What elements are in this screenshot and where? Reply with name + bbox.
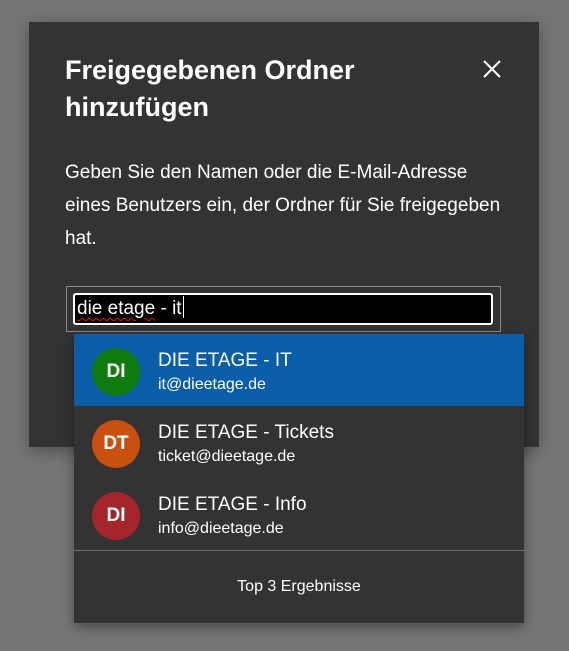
suggestion-footer: Top 3 Ergebnisse xyxy=(237,578,361,595)
avatar: DI xyxy=(92,348,140,396)
suggestion-item[interactable]: DT DIE ETAGE - Tickets ticket@dieetage.de xyxy=(74,406,524,478)
suggestion-name: DIE ETAGE - Tickets xyxy=(158,422,334,443)
dialog-description: Geben Sie den Namen oder die E-Mail-Adre… xyxy=(65,162,501,249)
suggestion-name: DIE ETAGE - Info xyxy=(158,494,307,515)
suggestion-list: DI DIE ETAGE - IT it@dieetage.de DT DIE ETAG… xyxy=(74,334,524,550)
search-input[interactable] xyxy=(73,293,493,325)
suggestion-email: ticket@dieetage.de xyxy=(158,448,296,465)
dialog-title: Freigegebenen Ordner hinzufügen xyxy=(65,55,355,122)
avatar: DT xyxy=(92,420,140,468)
suggestion-email: it@dieetage.de xyxy=(158,376,266,393)
suggestion-item[interactable]: DI DIE ETAGE - IT it@dieetage.de xyxy=(74,334,524,406)
suggestion-dropdown: DI DIE ETAGE - IT it@dieetage.de DT DIE ETAG… xyxy=(74,334,524,623)
suggestion-name: DIE ETAGE - IT xyxy=(158,350,292,371)
suggestion-item[interactable]: DI DIE ETAGE - Info info@dieetage.de xyxy=(74,478,524,550)
avatar: DI xyxy=(92,492,140,540)
search-field-frame: die etage - it xyxy=(66,286,501,332)
close-button[interactable] xyxy=(475,52,509,86)
suggestion-email: info@dieetage.de xyxy=(158,520,284,537)
close-icon xyxy=(483,60,501,78)
